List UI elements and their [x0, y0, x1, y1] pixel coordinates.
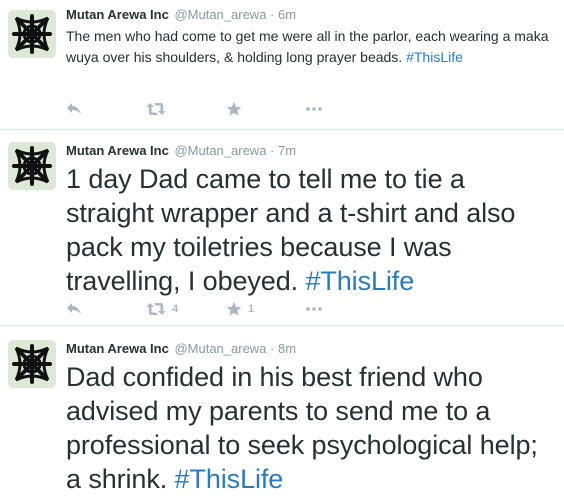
more-button[interactable]: [306, 307, 386, 311]
hashtag-link[interactable]: #ThisLife: [305, 266, 414, 296]
tweet-text: 1 day Dad came to tell me to tie a strai…: [66, 162, 558, 298]
hashtag-link[interactable]: #ThisLife: [175, 464, 284, 494]
tweet-body: The men who had come to get me were all …: [66, 28, 549, 65]
star-icon: [226, 101, 242, 117]
tweet-header: Mutan Arewa Inc @Mutan_arewa · 6m: [66, 6, 558, 24]
tweet-content: Mutan Arewa Inc @Mutan_arewa · 7m 1 day …: [66, 142, 558, 298]
time-separator: ·: [270, 7, 275, 22]
reply-icon: [66, 102, 82, 116]
retweet-button[interactable]: 4: [146, 302, 226, 316]
avatar[interactable]: [8, 10, 56, 58]
knot-logo-icon: [8, 10, 56, 58]
reply-button[interactable]: [66, 102, 146, 116]
avatar[interactable]: [8, 340, 56, 388]
tweet-text: The men who had come to get me were all …: [66, 26, 558, 68]
favorite-button[interactable]: 1: [226, 301, 306, 317]
reply-button[interactable]: [66, 302, 146, 316]
favorite-count: 1: [248, 303, 255, 315]
favorite-button[interactable]: [226, 101, 306, 117]
username[interactable]: @Mutan_arewa: [174, 143, 266, 158]
tweet[interactable]: Mutan Arewa Inc @Mutan_arewa · 8m Dad co…: [0, 326, 564, 496]
retweet-button[interactable]: [146, 102, 226, 116]
tweet-header: Mutan Arewa Inc @Mutan_arewa · 7m: [66, 142, 558, 160]
tweet-content: Mutan Arewa Inc @Mutan_arewa · 8m Dad co…: [66, 340, 558, 496]
tweet-actions: 4 1: [66, 299, 386, 319]
timestamp[interactable]: 6m: [278, 7, 296, 22]
tweet-body: Dad confided in his best friend who advi…: [66, 362, 538, 494]
knot-logo-icon: [8, 340, 56, 388]
time-separator: ·: [270, 143, 275, 158]
tweet-actions: [66, 99, 386, 119]
tweet-body: 1 day Dad came to tell me to tie a strai…: [66, 164, 516, 296]
timestamp[interactable]: 8m: [278, 341, 296, 356]
tweet[interactable]: Mutan Arewa Inc @Mutan_arewa · 6m The me…: [0, 0, 564, 130]
tweet[interactable]: Mutan Arewa Inc @Mutan_arewa · 7m 1 day …: [0, 130, 564, 326]
tweet-content: Mutan Arewa Inc @Mutan_arewa · 6m The me…: [66, 6, 558, 68]
star-icon: [226, 301, 242, 317]
more-icon: [306, 107, 322, 111]
hashtag-link[interactable]: #ThisLife: [406, 49, 463, 65]
knot-logo-icon: [8, 142, 56, 190]
tweet-text: Dad confided in his best friend who advi…: [66, 360, 558, 496]
retweet-icon: [146, 102, 166, 116]
avatar[interactable]: [8, 142, 56, 190]
fullname[interactable]: Mutan Arewa Inc: [66, 143, 169, 158]
timestamp[interactable]: 7m: [278, 143, 296, 158]
fullname[interactable]: Mutan Arewa Inc: [66, 7, 169, 22]
tweet-header: Mutan Arewa Inc @Mutan_arewa · 8m: [66, 340, 558, 358]
retweet-count: 4: [172, 303, 179, 315]
more-icon: [306, 307, 322, 311]
time-separator: ·: [270, 341, 275, 356]
more-button[interactable]: [306, 107, 386, 111]
tweet-timeline: Mutan Arewa Inc @Mutan_arewa · 6m The me…: [0, 0, 564, 496]
username[interactable]: @Mutan_arewa: [174, 7, 266, 22]
reply-icon: [66, 302, 82, 316]
username[interactable]: @Mutan_arewa: [174, 341, 266, 356]
fullname[interactable]: Mutan Arewa Inc: [66, 341, 169, 356]
retweet-icon: [146, 302, 166, 316]
